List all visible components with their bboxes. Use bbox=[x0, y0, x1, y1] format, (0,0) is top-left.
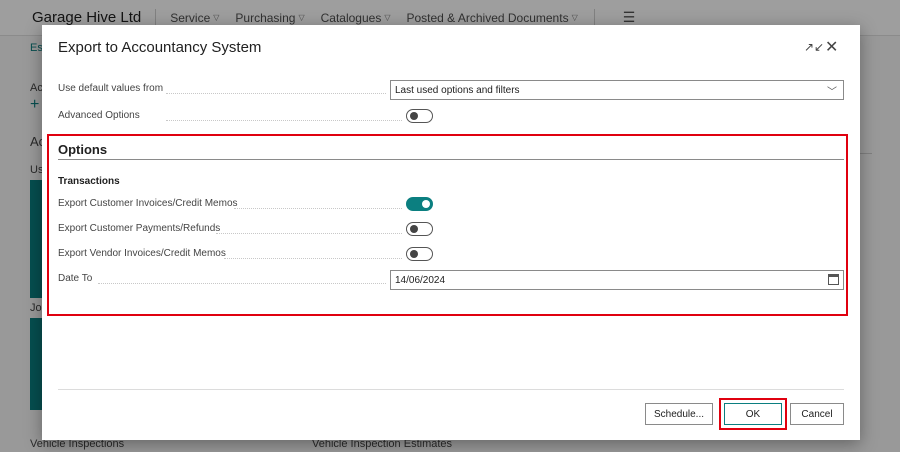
label-leader bbox=[166, 120, 402, 121]
toggle-row-vendor-invoices: Export Vendor Invoices/Credit Memos bbox=[58, 245, 844, 265]
advanced-options-toggle[interactable] bbox=[406, 109, 433, 123]
advanced-options-row: Advanced Options bbox=[58, 107, 844, 127]
section-divider bbox=[58, 159, 844, 160]
date-to-value: 14/06/2024 bbox=[395, 275, 446, 286]
export-dialog: Export to Accountancy System ↗↙ ✕ Use de… bbox=[42, 25, 860, 440]
options-section-title[interactable]: Options bbox=[58, 142, 107, 157]
label-leader bbox=[234, 208, 402, 209]
date-to-label: Date To bbox=[58, 273, 93, 284]
default-values-value: Last used options and filters bbox=[395, 85, 520, 96]
default-values-select[interactable]: Last used options and filters ﹀ bbox=[390, 80, 844, 100]
toggle-row-customer-invoices: Export Customer Invoices/Credit Memos bbox=[58, 195, 844, 215]
label-leader bbox=[98, 283, 386, 284]
cancel-button[interactable]: Cancel bbox=[790, 403, 844, 425]
chevron-down-icon: ﹀ bbox=[827, 87, 837, 98]
ok-button[interactable]: OK bbox=[724, 403, 782, 425]
default-values-label: Use default values from bbox=[58, 83, 164, 94]
label-leader bbox=[166, 93, 386, 94]
toggle-knob bbox=[410, 250, 418, 258]
date-to-input[interactable]: 14/06/2024 bbox=[390, 270, 844, 290]
label-leader bbox=[224, 258, 402, 259]
vendor-invoices-toggle[interactable] bbox=[406, 247, 433, 261]
toggle-knob bbox=[410, 225, 418, 233]
calendar-icon[interactable] bbox=[828, 274, 839, 285]
label-leader bbox=[216, 233, 402, 234]
advanced-options-label: Advanced Options bbox=[58, 110, 140, 121]
schedule-button[interactable]: Schedule... bbox=[645, 403, 713, 425]
transactions-group-title: Transactions bbox=[58, 176, 120, 187]
collapse-icon[interactable]: ↗↙ bbox=[804, 40, 824, 54]
vendor-invoices-label: Export Vendor Invoices/Credit Memos bbox=[58, 248, 226, 259]
customer-payments-toggle[interactable] bbox=[406, 222, 433, 236]
default-values-row: Use default values from Last used option… bbox=[58, 80, 844, 100]
toggle-knob bbox=[422, 200, 430, 208]
close-icon[interactable]: ✕ bbox=[825, 37, 838, 57]
toggle-knob bbox=[410, 112, 418, 120]
customer-payments-label: Export Customer Payments/Refunds bbox=[58, 223, 221, 234]
customer-invoices-label: Export Customer Invoices/Credit Memos bbox=[58, 198, 238, 209]
footer-divider bbox=[58, 389, 844, 390]
customer-invoices-toggle[interactable] bbox=[406, 197, 433, 211]
dialog-title: Export to Accountancy System bbox=[58, 39, 262, 56]
date-to-row: Date To 14/06/2024 bbox=[58, 270, 844, 290]
toggle-row-customer-payments: Export Customer Payments/Refunds bbox=[58, 220, 844, 240]
